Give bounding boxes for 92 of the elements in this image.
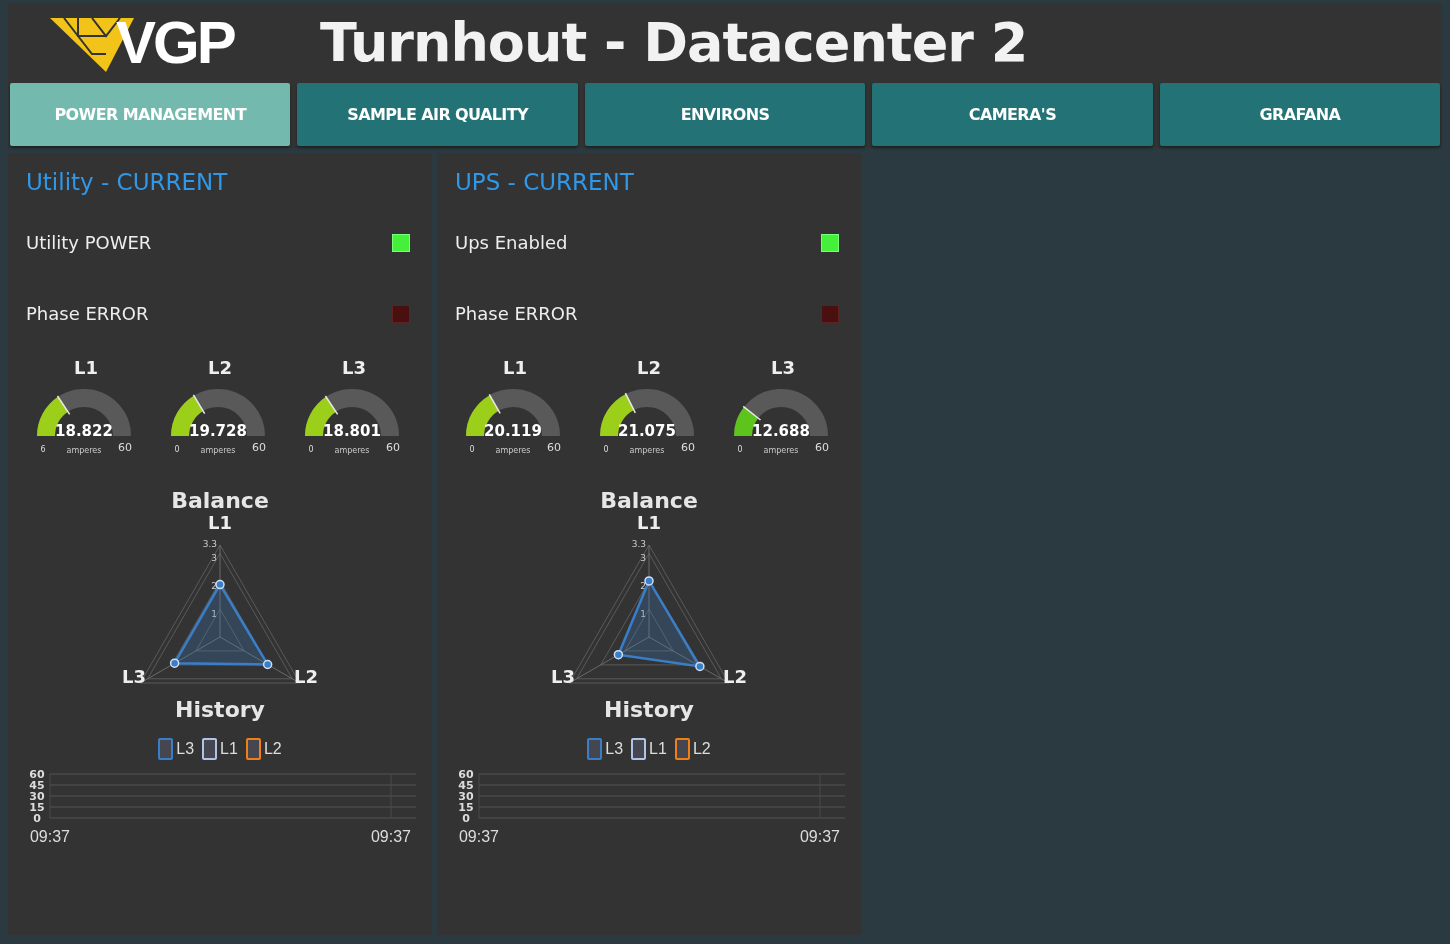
x-axis-label: 09:37 (30, 828, 70, 845)
x-axis-label: 09:37 (459, 828, 499, 845)
gauge-needle (742, 405, 762, 421)
axis-label: L1 (208, 513, 232, 533)
data-point (644, 576, 654, 586)
indicator-label: Utility POWER (26, 232, 152, 253)
y-axis-label: 30 (29, 790, 45, 803)
gauge-value: 20.119 (484, 422, 542, 440)
gauge-unit: amperes (629, 446, 665, 455)
data-point (613, 649, 624, 660)
gauge-label: L2 (637, 357, 661, 378)
indicator-label: Phase ERROR (26, 303, 149, 324)
gauge-value: 18.822 (55, 422, 113, 440)
section-title: History (175, 697, 265, 722)
gauge-unit: amperes (334, 446, 370, 455)
tick-label: 3.3 (202, 539, 217, 549)
tick-label: 1 (640, 609, 646, 620)
indicator-label: Ups Enabled (455, 232, 568, 253)
section-title: History (604, 697, 694, 722)
gauge-value: 12.688 (752, 422, 810, 440)
tick-label: 3 (640, 553, 646, 564)
gauge-label: L1 (503, 357, 527, 378)
x-axis-label: 09:37 (371, 828, 411, 845)
logo-text: VGP (116, 13, 234, 73)
tick-label: 2 (211, 581, 217, 592)
gauge-unit: amperes (763, 446, 799, 455)
gauge-min: 0 (603, 445, 609, 454)
y-axis-label: 60 (458, 768, 474, 781)
gauge-label: L1 (74, 357, 98, 378)
legend-label: L1 (649, 740, 667, 758)
gauge-label: L3 (342, 357, 366, 378)
nav-tab[interactable]: CAMERA'S (872, 83, 1153, 146)
y-axis-label: 60 (29, 768, 45, 781)
gauge-max: 60 (547, 441, 561, 454)
x-axis-label: 09:37 (800, 828, 840, 845)
tick-label: 2 (640, 581, 646, 592)
gauge-min: 0 (469, 445, 475, 454)
axis-label: L2 (294, 666, 318, 685)
gauge-unit: amperes (495, 446, 531, 455)
tick-label: 3.3 (631, 539, 646, 549)
legend-label: L1 (220, 740, 238, 758)
data-point (262, 659, 273, 670)
indicator-label: Phase ERROR (455, 303, 578, 324)
gauge-unit: amperes (66, 446, 102, 455)
gauge-max: 60 (815, 441, 829, 454)
panel-title: UPS - CURRENT (455, 169, 635, 197)
y-axis-label: 0 (33, 812, 41, 825)
gauge-min: 0 (308, 445, 314, 454)
gauge-value: 18.801 (323, 422, 381, 440)
data-point (215, 579, 225, 590)
y-axis-label: 45 (29, 779, 45, 792)
tick-label: 1 (211, 609, 217, 620)
page-title: Turnhout - Datacenter 2 (320, 16, 1028, 70)
axis-label: L3 (551, 666, 575, 685)
data-point (169, 658, 180, 668)
axis-label: L3 (122, 666, 146, 685)
gauge-max: 60 (681, 441, 695, 454)
y-axis-label: 45 (458, 779, 474, 792)
gauge-needle (324, 395, 339, 416)
y-axis-label: 15 (29, 801, 45, 814)
gauge-needle (192, 394, 206, 415)
gauge-max: 60 (118, 441, 132, 454)
gauge-needle (624, 392, 637, 414)
y-axis-label: 0 (462, 812, 470, 825)
section-title: Balance (600, 488, 698, 513)
section-title: Balance (171, 488, 269, 513)
gauge-unit: amperes (200, 446, 236, 455)
y-axis-label: 30 (458, 790, 474, 803)
gauge-needle (56, 395, 71, 416)
gauge-min: 0 (174, 445, 180, 454)
gauge-label: L2 (208, 357, 232, 378)
nav-tab[interactable]: GRAFANA (1159, 83, 1441, 146)
gauge-min: 6 (40, 445, 46, 454)
legend-label: L3 (176, 740, 195, 758)
panel-title: Utility - CURRENT (26, 169, 229, 197)
gauge-needle (488, 393, 501, 415)
gauge-max: 60 (252, 441, 266, 454)
tick-label: 3 (211, 553, 217, 564)
gauge-max: 60 (386, 441, 400, 454)
gauge-value: 21.075 (618, 422, 676, 440)
gauge-value: 19.728 (189, 422, 247, 440)
data-point (695, 661, 705, 672)
y-axis-label: 15 (458, 801, 474, 814)
legend-label: L2 (692, 740, 711, 758)
nav-tab[interactable]: SAMPLE AIR QUALITY (297, 83, 578, 146)
gauge-label: L3 (771, 357, 795, 378)
legend-label: L3 (605, 740, 624, 758)
axis-label: L2 (723, 666, 747, 685)
axis-label: L1 (637, 513, 661, 533)
nav-tab[interactable]: ENVIRONS (584, 83, 866, 146)
gauge-min: 0 (737, 445, 743, 454)
legend-label: L2 (263, 740, 282, 758)
